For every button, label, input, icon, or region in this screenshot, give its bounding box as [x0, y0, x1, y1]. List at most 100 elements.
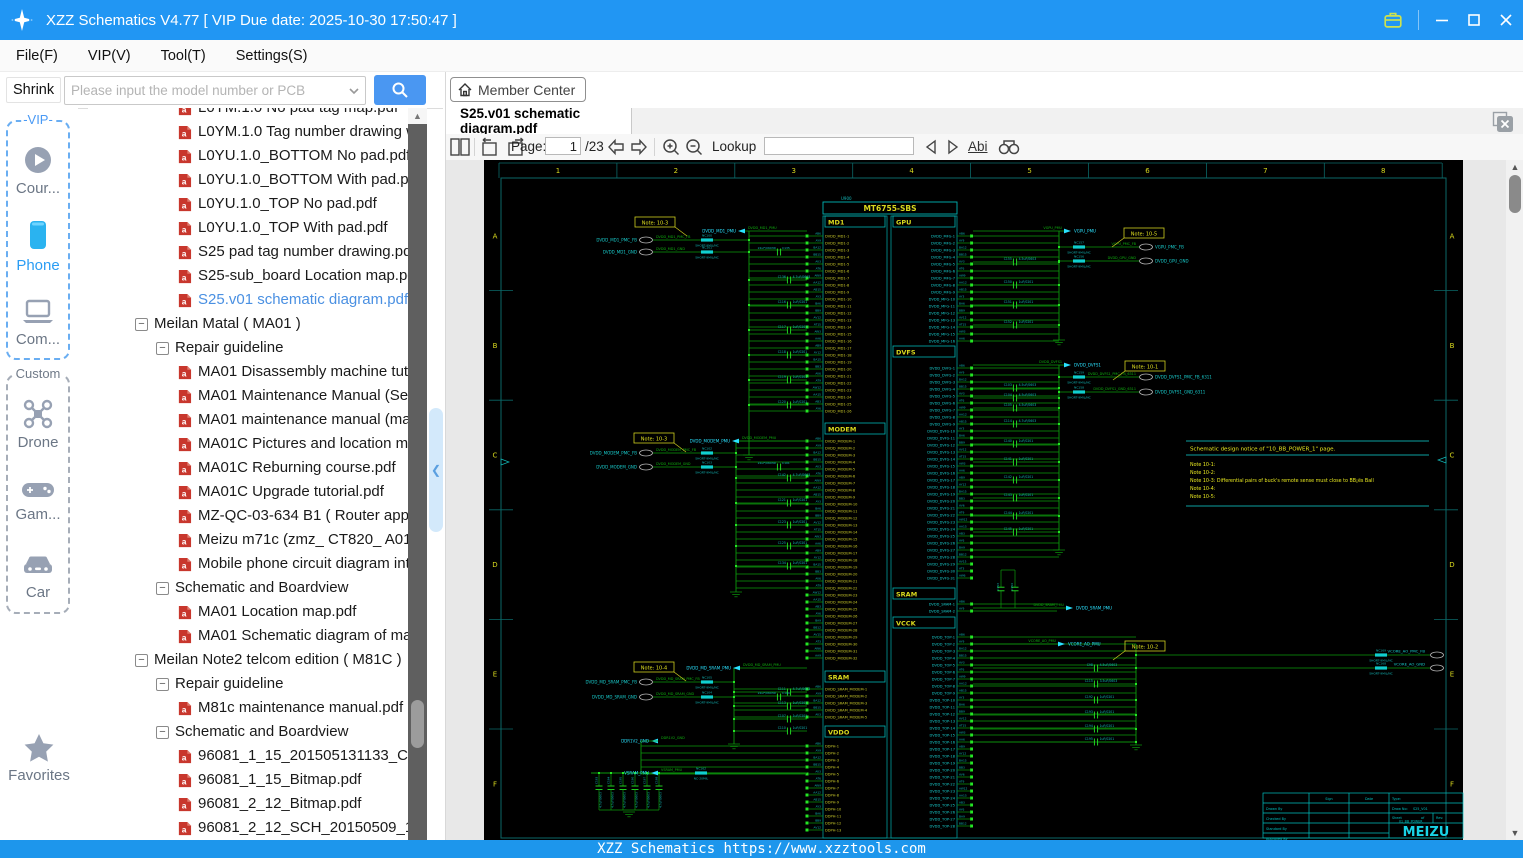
tree-item[interactable]: a MA01C Reburning course.pdf — [88, 456, 408, 480]
tree-item[interactable]: a L0YU.1.0_BOTTOM With pad.pdf — [88, 168, 408, 192]
svg-text:DVDD_MODEM-25: DVDD_MODEM-25 — [825, 607, 857, 611]
collapse-minus-icon[interactable]: − — [156, 581, 169, 595]
tree-item[interactable]: a MA01 Maintenance Manual (Service).pdf — [88, 384, 408, 408]
tree-scroll-up-icon[interactable]: ▲ — [408, 108, 427, 124]
sidebar-item-car[interactable]: Car — [8, 538, 68, 614]
svg-text:DDPH-12: DDPH-12 — [825, 821, 841, 825]
svg-text:DVDD_MD1-5: DVDD_MD1-5 — [825, 262, 849, 266]
collapse-minus-icon[interactable]: − — [156, 341, 169, 355]
sidebar-item-game[interactable]: Gam... — [8, 462, 68, 538]
tree-item[interactable]: a M81c maintenance manual.pdf — [88, 696, 408, 720]
close-button[interactable] — [1497, 11, 1515, 29]
svg-text:BB9: BB9 — [815, 819, 821, 823]
svg-text:AY9: AY9 — [959, 238, 965, 242]
license-briefcase-icon[interactable] — [1382, 9, 1404, 31]
tree-item[interactable]: a L0YU.1.0_TOP No pad.pdf — [88, 192, 408, 216]
tree-item[interactable]: a MA01 maintenance manual (machine).pdf — [88, 408, 408, 432]
tree-item[interactable]: a S25 pad tag number drawing.pdf — [88, 240, 408, 264]
match-case-toggle[interactable]: Abi — [968, 139, 988, 154]
pdf-scroll-down-icon[interactable]: ▼ — [1506, 826, 1523, 840]
tree-folder[interactable]: − Meilan Matal ( MA01 ) — [88, 312, 408, 336]
zoom-out-icon[interactable] — [684, 137, 704, 157]
tab-s25-schematic[interactable]: S25.v01 schematic diagram.pdf — [446, 106, 632, 136]
next-page-icon[interactable] — [629, 137, 649, 157]
find-previous-icon[interactable] — [922, 137, 940, 157]
tree-item[interactable]: a 96081_1_15_Bitmap.pdf — [88, 768, 408, 792]
sidebar-item-drone[interactable]: Drone — [8, 376, 68, 462]
tree-item[interactable]: a L0YM.1.0 Tag number drawing with pad.pd… — [88, 120, 408, 144]
collapse-minus-icon[interactable]: − — [135, 653, 148, 667]
tree-item[interactable]: a MA01C Upgrade tutorial.pdf — [88, 480, 408, 504]
tree-item[interactable]: a Mobile phone circuit diagram introducti… — [88, 552, 408, 576]
sidebar-item-favorites[interactable]: Favorites — [0, 732, 78, 784]
collapse-minus-icon[interactable]: − — [156, 677, 169, 691]
svg-text:C136: C136 — [778, 275, 786, 279]
tree-folder[interactable]: − Repair guideline — [88, 672, 408, 696]
two-page-view-icon[interactable] — [449, 137, 471, 157]
pdf-scroll-thumb[interactable] — [1509, 175, 1521, 213]
sidebar-item-computer[interactable]: Com... — [8, 284, 68, 360]
tree-folder[interactable]: − Schematic and Boardview — [88, 576, 408, 600]
tree-scrollbar[interactable]: ▲ — [408, 108, 427, 840]
star-icon — [24, 734, 54, 762]
tree-item[interactable]: a MA01 Schematic diagram of machine.pdf — [88, 624, 408, 648]
svg-text:BA9: BA9 — [959, 814, 965, 818]
svg-text:1uF/0201: 1uF/0201 — [1019, 493, 1034, 497]
tree-item[interactable]: a S25.v01 schematic diagram.pdf — [88, 288, 408, 312]
tree-item[interactable]: a L0YU.1.0_BOTTOM No pad.pdf — [88, 144, 408, 168]
binoculars-icon[interactable] — [997, 137, 1021, 157]
tree-folder[interactable]: − Repair guideline — [88, 336, 408, 360]
tree-item[interactable]: a 96081_2_12_SCH_20150509_1808.pdf — [88, 816, 408, 840]
collapse-minus-icon[interactable]: − — [135, 317, 148, 331]
tree-item[interactable]: a 96081_1_15_201505131133_CT_v01.pdf — [88, 744, 408, 768]
maximize-button[interactable] — [1465, 11, 1483, 29]
page-number-input[interactable] — [545, 137, 581, 155]
tree-folder[interactable]: − Schematic and Boardview — [88, 720, 408, 744]
previous-page-icon[interactable] — [606, 137, 626, 157]
svg-text:DVDD_MD1-4: DVDD_MD1-4 — [825, 255, 850, 259]
minimize-button[interactable] — [1433, 11, 1451, 29]
svg-text:C140: C140 — [1004, 439, 1012, 443]
tree-scroll-thumb[interactable] — [411, 700, 424, 748]
menu-filef[interactable]: File(F) — [16, 48, 58, 64]
zoom-in-icon[interactable] — [661, 137, 681, 157]
sidebar-item-course[interactable]: Cour... — [8, 122, 68, 208]
tree-item[interactable]: a Meizu m71c (zmz_ CT820_ A01).pdf — [88, 528, 408, 552]
find-next-icon[interactable] — [944, 137, 962, 157]
tree-item-label: L0YU.1.0_TOP No pad.pdf — [198, 195, 377, 212]
menu-toolt[interactable]: Tool(T) — [161, 48, 206, 64]
tree-item[interactable]: a MA01C Pictures and location map.pdf — [88, 432, 408, 456]
svg-text:BA6: BA6 — [959, 433, 965, 437]
svg-text:DVDD_TOP-15: DVDD_TOP-15 — [930, 733, 955, 737]
panel-collapse-handle[interactable]: ❮ — [429, 408, 443, 532]
tree-item[interactable]: a 96081_2_12_Bitmap.pdf — [88, 792, 408, 816]
tree-item[interactable]: a L0YU.1.0_TOP With pad.pdf — [88, 216, 408, 240]
tree-item[interactable]: a MA01 Disassembly machine tutorial.pdf — [88, 360, 408, 384]
pdf-scrollbar[interactable]: ▲ ▼ — [1506, 160, 1523, 840]
svg-text:DVDD_MODEM-32: DVDD_MODEM-32 — [825, 656, 857, 660]
svg-text:AW9: AW9 — [814, 784, 821, 788]
pdf-scroll-up-icon[interactable]: ▲ — [1506, 160, 1523, 174]
rotate-left-icon[interactable] — [479, 137, 501, 157]
svg-text:DVDD_SRAM_MODEM-1: DVDD_SRAM_MODEM-1 — [825, 687, 867, 691]
menu-vipv[interactable]: VIP(V) — [88, 48, 131, 64]
close-tab-icon[interactable] — [1492, 111, 1514, 133]
model-search-input[interactable] — [65, 83, 347, 98]
shrink-button[interactable]: Shrink — [6, 77, 62, 103]
tree-folder[interactable]: − Meilan Note2 telcom edition ( M81C ) — [88, 648, 408, 672]
menu-settingss[interactable]: Settings(S) — [236, 48, 308, 64]
tree-item[interactable]: a S25-sub_board Location map.pdf — [88, 264, 408, 288]
tree-item[interactable]: a L0YM.1.0 No pad tag map.pdf — [88, 108, 408, 120]
svg-text:BA12: BA12 — [813, 246, 821, 250]
tree-item[interactable]: a MZ-QC-03-634 B1 ( Router application ).… — [88, 504, 408, 528]
collapse-minus-icon[interactable]: − — [156, 725, 169, 739]
pdf-file-icon: a — [177, 221, 192, 236]
combo-chevron-icon[interactable] — [347, 84, 361, 98]
sidebar-item-phone[interactable]: Phone — [8, 208, 68, 284]
member-center-button[interactable]: Member Center — [450, 77, 587, 102]
svg-text:VGPU_PMU: VGPU_PMU — [1074, 229, 1096, 234]
svg-text:4.7uF/0603: 4.7uF/0603 — [623, 792, 627, 808]
lookup-input[interactable] — [764, 137, 914, 155]
search-button[interactable] — [374, 75, 426, 105]
tree-item[interactable]: a MA01 Location map.pdf — [88, 600, 408, 624]
